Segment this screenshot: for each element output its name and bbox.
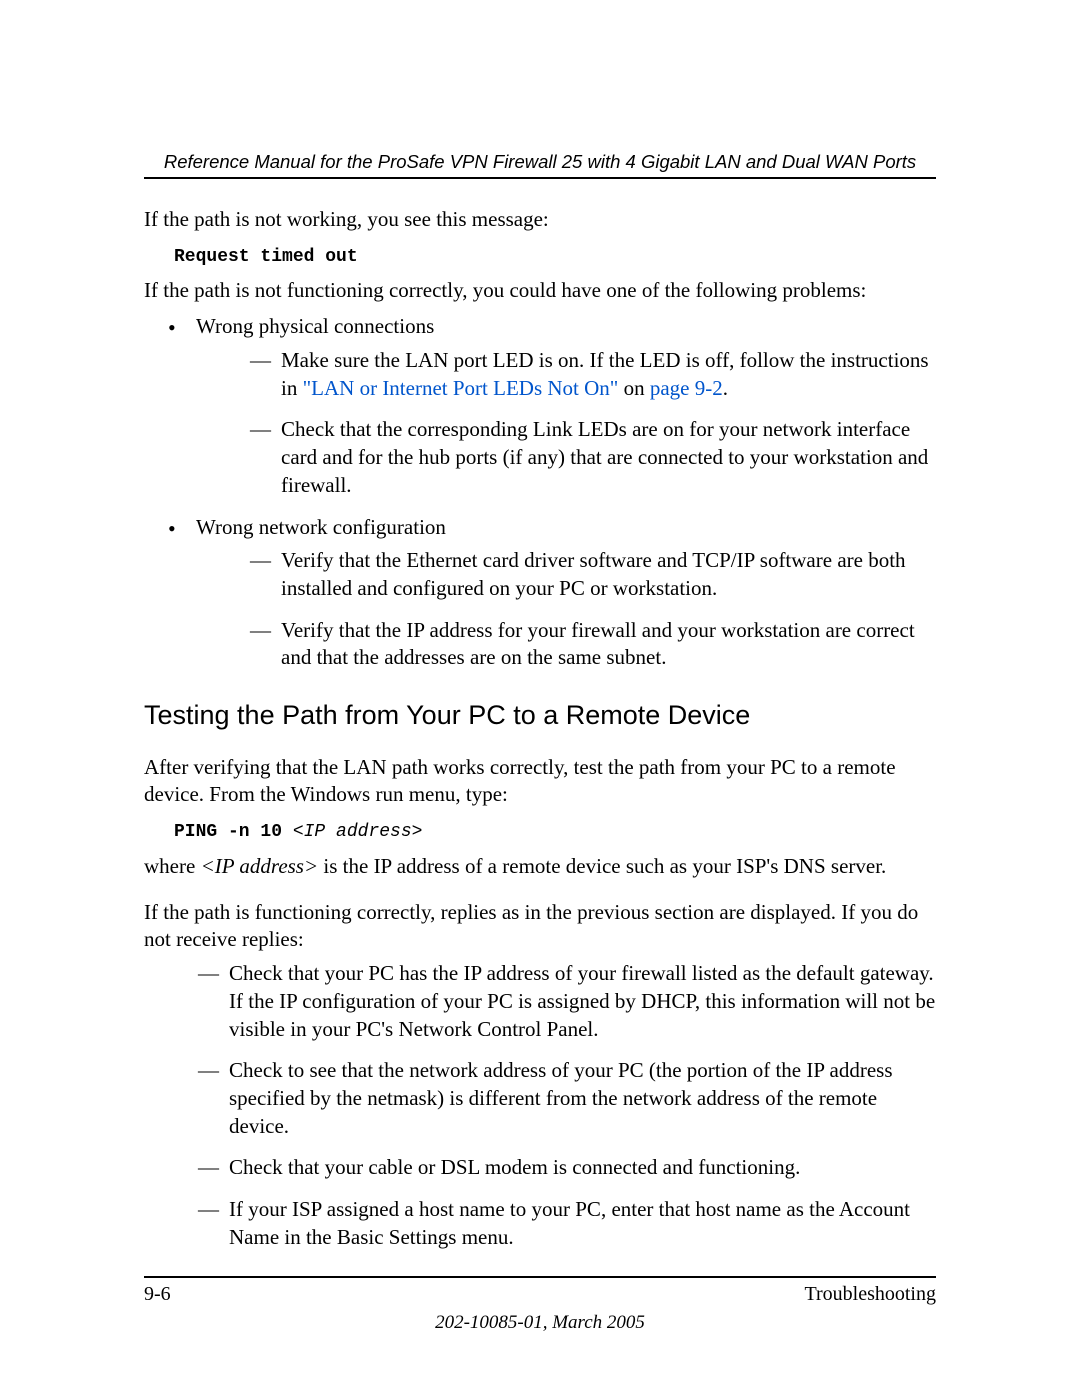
section-p3: If the path is functioning correctly, re… xyxy=(144,899,936,954)
header-rule xyxy=(144,177,936,179)
footer-page-number: 9-6 xyxy=(144,1281,171,1307)
dash-list-physical: Make sure the LAN port LED is on. If the… xyxy=(196,347,936,500)
dash-item: Verify that the Ethernet card driver sof… xyxy=(196,547,936,602)
bullet-physical: Wrong physical connections Make sure the… xyxy=(144,313,936,499)
text: Check that the corresponding Link LEDs a… xyxy=(281,417,928,496)
text: Check that your PC has the IP address of… xyxy=(229,961,935,1040)
section-p2: where <IP address> is the IP address of … xyxy=(144,853,936,881)
link-page-9-2[interactable]: page 9-2 xyxy=(650,376,723,400)
dash-item: Check to see that the network address of… xyxy=(144,1057,936,1140)
footer-rule xyxy=(144,1276,936,1278)
intro-line1: If the path is not working, you see this… xyxy=(144,206,936,234)
dash-item: Check that your PC has the IP address of… xyxy=(144,960,936,1043)
code-request-timed-out: Request timed out xyxy=(174,246,936,270)
footer-section-name: Troubleshooting xyxy=(804,1281,936,1307)
section-p1: After verifying that the LAN path works … xyxy=(144,754,936,809)
problem-bullets: Wrong physical connections Make sure the… xyxy=(144,313,936,672)
text: Verify that the Ethernet card driver sof… xyxy=(281,548,906,600)
page-header: Reference Manual for the ProSafe VPN Fir… xyxy=(144,150,936,174)
reply-dash-list: Check that your PC has the IP address of… xyxy=(144,960,936,1251)
text: where xyxy=(144,854,201,878)
bullet-network-config: Wrong network configuration Verify that … xyxy=(144,514,936,673)
dash-list-network: Verify that the Ethernet card driver sof… xyxy=(196,547,936,672)
bullet-label: Wrong network configuration xyxy=(196,515,446,539)
page-footer: 9-6 Troubleshooting xyxy=(144,1281,936,1307)
bullet-label: Wrong physical connections xyxy=(196,314,434,338)
text: on xyxy=(618,376,650,400)
text: Check to see that the network address of… xyxy=(229,1058,893,1137)
link-lan-leds[interactable]: "LAN or Internet Port LEDs Not On" xyxy=(303,376,619,400)
dash-item: Make sure the LAN port LED is on. If the… xyxy=(196,347,936,402)
header-title: Reference Manual for the ProSafe VPN Fir… xyxy=(164,151,916,172)
ping-command: PING -n 10 <IP address> xyxy=(174,821,936,845)
dash-item: Verify that the IP address for your fire… xyxy=(196,617,936,672)
text: Verify that the IP address for your fire… xyxy=(281,618,915,670)
text: is the IP address of a remote device suc… xyxy=(318,854,886,878)
dash-item: Check that the corresponding Link LEDs a… xyxy=(196,416,936,499)
cmd-bold: PING -n 10 xyxy=(174,822,293,842)
page-body: If the path is not working, you see this… xyxy=(144,206,936,1266)
text: If your ISP assigned a host name to your… xyxy=(229,1197,910,1249)
page: Reference Manual for the ProSafe VPN Fir… xyxy=(0,0,1080,1397)
dash-item: If your ISP assigned a host name to your… xyxy=(144,1196,936,1251)
cmd-italic: <IP address> xyxy=(293,822,423,842)
text: . xyxy=(723,376,728,400)
footer-docline: 202-10085-01, March 2005 xyxy=(0,1310,1080,1335)
text: Check that your cable or DSL modem is co… xyxy=(229,1155,800,1179)
dash-item: Check that your cable or DSL modem is co… xyxy=(144,1154,936,1182)
intro-line2: If the path is not functioning correctly… xyxy=(144,277,936,305)
section-heading: Testing the Path from Your PC to a Remot… xyxy=(144,698,936,734)
ip-address-italic: <IP address> xyxy=(201,854,319,878)
